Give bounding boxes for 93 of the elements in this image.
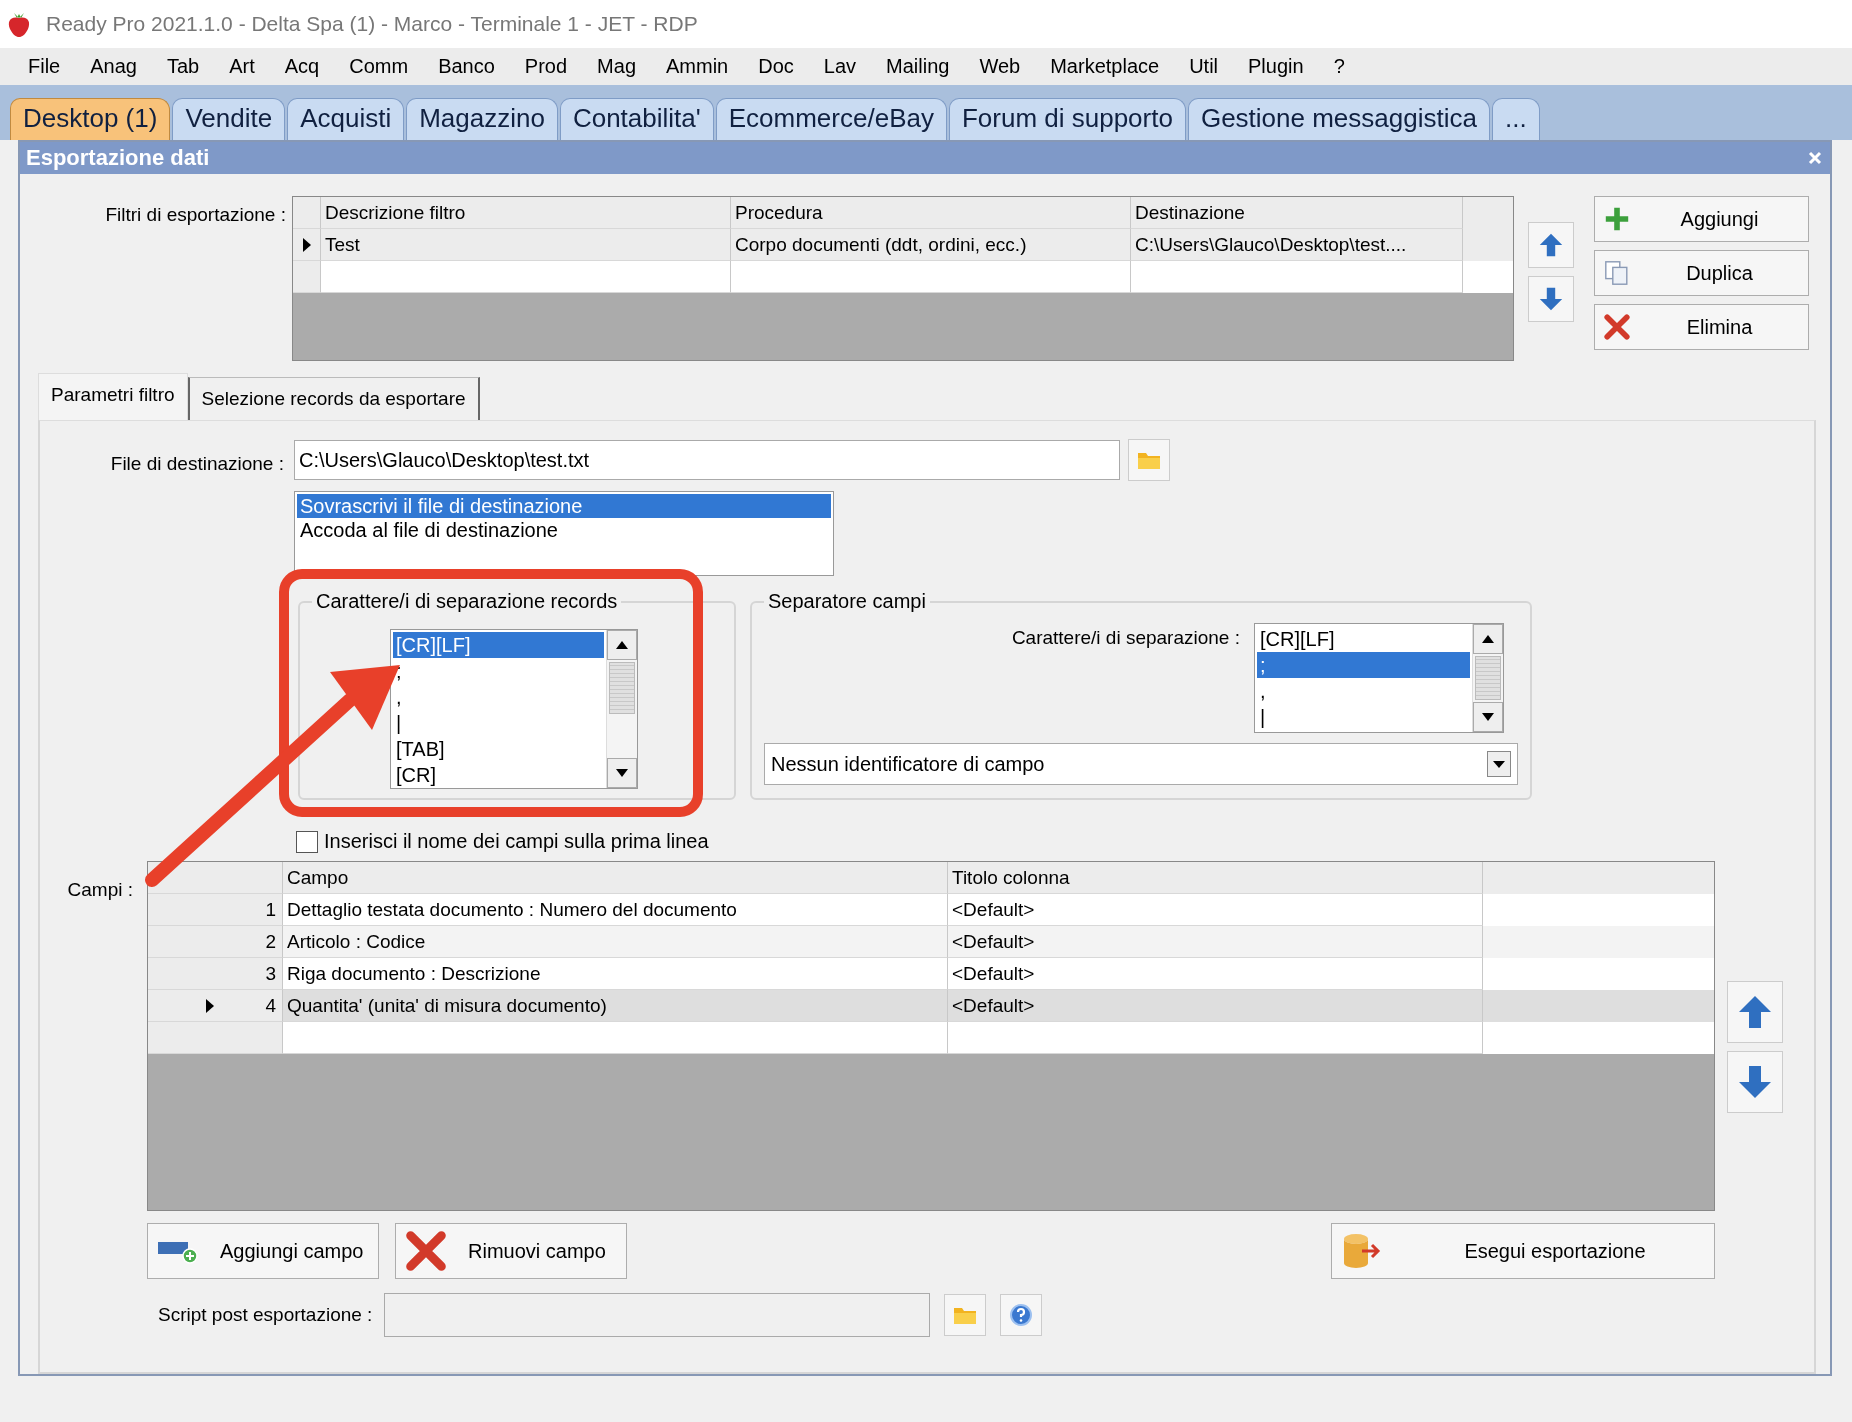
list-item[interactable]: | [393, 710, 604, 736]
browse-button[interactable] [1128, 439, 1170, 481]
menu-item[interactable]: Marketplace [1034, 55, 1174, 78]
tab[interactable]: Gestione messaggistica [1187, 98, 1490, 140]
menu-item[interactable]: Banco [422, 55, 509, 78]
action-button[interactable]: Aggiungi campo [147, 1223, 379, 1279]
menu-item[interactable]: ? [1317, 55, 1359, 78]
browse-button[interactable] [944, 1294, 987, 1336]
scrollbar[interactable] [1472, 624, 1503, 732]
tab[interactable]: Magazzino [406, 98, 558, 140]
row-number: 2 [265, 930, 276, 953]
tab[interactable]: Ecommerce/eBay [715, 98, 947, 140]
row-number: 3 [265, 962, 276, 985]
move-down-button[interactable] [1727, 1051, 1783, 1113]
tab[interactable]: Desktop (1) [10, 98, 171, 140]
menu-item[interactable]: Plugin [1232, 55, 1318, 78]
scroll-down-icon [615, 768, 629, 778]
identifier-dropdown[interactable]: Nessun identificatore di campo [764, 743, 1518, 785]
help-icon [1009, 1303, 1034, 1327]
window-title: Ready Pro 2021.1.0 - Delta Spa (1) - Marco - Terminale 1 - JET - RDP [46, 12, 698, 36]
menu-item[interactable]: Web [963, 55, 1035, 78]
group-title: Separatore campi [767, 590, 927, 613]
destination-field[interactable]: C:\Users\Glauco\Desktop\test.txt [294, 440, 1120, 480]
row-pointer-icon [301, 236, 312, 253]
plus-icon [1603, 205, 1631, 233]
list-item[interactable]: Accoda al file di destinazione [297, 518, 831, 542]
list-item[interactable]: [CR] [393, 762, 604, 788]
toolbar-button[interactable]: Aggiungi [1594, 196, 1809, 242]
row-number: 4 [265, 994, 276, 1017]
delete-icon [404, 1229, 448, 1273]
scrollbar[interactable] [606, 630, 637, 788]
menu-item[interactable]: Ammin [650, 55, 743, 78]
list-item[interactable]: [TAB] [393, 736, 604, 762]
list-item[interactable]: | [1257, 704, 1470, 730]
action-button[interactable]: Esegui esportazione [1331, 1223, 1715, 1279]
scroll-up-icon [615, 640, 629, 650]
table-row[interactable]: 3 Riga documento : Descrizione <Default> [148, 958, 1714, 990]
list-item[interactable]: , [393, 684, 604, 710]
menu-item[interactable]: Acq [268, 55, 334, 78]
destination-label: File di destinazione : [109, 452, 285, 475]
close-icon[interactable] [1806, 149, 1824, 167]
table-row[interactable]: Test Corpo documenti (ddt, ordini, ecc.) C:\Users\Glauco\Desktop\test.... [293, 229, 1513, 261]
menu-item[interactable]: Doc [742, 55, 808, 78]
menu-item[interactable]: Anag [74, 55, 151, 78]
fields-label: Campi : [66, 878, 134, 902]
script-label: Script post esportazione : [158, 1304, 373, 1326]
toolbar-button[interactable]: Elimina [1594, 304, 1809, 350]
menu-item[interactable]: File [12, 55, 75, 78]
menu-item[interactable]: Comm [333, 55, 423, 78]
table-row[interactable]: 1 Dettaglio testata documento : Numero del documento <Default> [148, 894, 1714, 926]
script-field[interactable] [384, 1293, 931, 1337]
menu-item[interactable]: Mag [581, 55, 650, 78]
table-row[interactable]: 2 Articolo : Codice <Default> [148, 926, 1714, 958]
list-item[interactable]: [CR][LF] [393, 632, 604, 658]
tab[interactable]: Forum di supporto [948, 98, 1186, 140]
filters-label: Filtri di esportazione : [104, 203, 287, 227]
help-button[interactable] [1000, 1294, 1043, 1336]
menu-item[interactable]: Util [1173, 55, 1232, 78]
separator-label: Carattere/i di separazione : [1011, 626, 1240, 650]
scroll-up-icon [1481, 634, 1495, 644]
move-up-button[interactable] [1727, 981, 1783, 1043]
dialog-title: Esportazione dati [26, 145, 210, 171]
group-title: Carattere/i di separazione records [315, 590, 619, 613]
menu-item[interactable]: Art [213, 55, 269, 78]
list-item[interactable]: [CR][LF] [1257, 626, 1470, 652]
tab[interactable]: Acquisti [287, 98, 405, 140]
move-down-button[interactable] [1528, 276, 1574, 322]
copy-icon [1603, 259, 1631, 287]
tab[interactable]: Parametri filtro [38, 373, 188, 420]
tab[interactable]: Contabilita' [559, 98, 714, 140]
header-checkbox[interactable]: Inserisci il nome dei campi sulla prima linea [296, 830, 709, 853]
list-item[interactable]: Sovrascrivi il file di destinazione [297, 494, 831, 518]
menu-item[interactable]: Tab [150, 55, 214, 78]
move-up-button[interactable] [1528, 222, 1574, 268]
action-button[interactable]: Rimuovi campo [395, 1223, 627, 1279]
table-row[interactable]: 4 Quantita' (unita' di misura documento) <Default> [148, 990, 1714, 1022]
row-pointer-icon [205, 997, 216, 1014]
list-item[interactable]: ; [393, 658, 604, 684]
strawberry-icon [6, 10, 32, 38]
list-item[interactable]: , [1257, 678, 1470, 704]
menu-item[interactable]: Prod [508, 55, 582, 78]
delete-icon [1603, 313, 1631, 341]
tab[interactable]: Vendite [172, 98, 286, 140]
tab[interactable]: ... [1491, 98, 1540, 140]
row-number: 1 [265, 898, 276, 921]
down-arrow-icon [1537, 285, 1565, 313]
up-arrow-icon [1537, 231, 1565, 259]
scroll-down-icon [1481, 712, 1495, 722]
list-item[interactable]: ; [1257, 652, 1470, 678]
tab[interactable]: Selezione records da esportare [187, 377, 480, 420]
menu-item[interactable]: Lav [807, 55, 871, 78]
toolbar-button[interactable]: Duplica [1594, 250, 1809, 296]
menu-item[interactable]: Mailing [870, 55, 964, 78]
